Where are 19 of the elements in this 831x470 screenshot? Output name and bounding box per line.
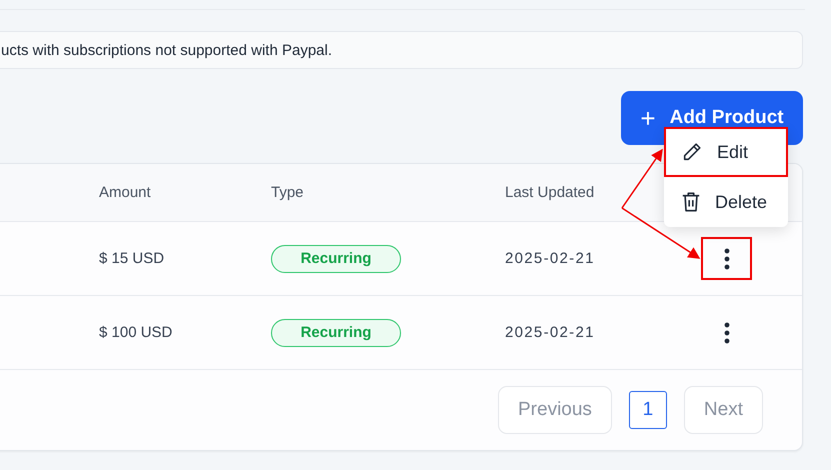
next-button[interactable]: Next [684,386,763,434]
type-badge: Recurring [271,244,401,272]
vertical-dots-icon [724,322,730,344]
amount-cell-text: $ 100 USD [99,324,174,341]
pencil-icon [681,141,703,163]
previous-button[interactable]: Previous [498,386,612,434]
column-header: Type [271,184,305,201]
column-header: Amount [99,184,152,201]
type-badge: Recurring [271,318,401,346]
notice-text: ucts with subscriptions not supported with Paypal. [1,42,332,58]
trash-icon [681,191,701,213]
amount-cell-text: $ 15 USD [99,250,166,267]
menu-item[interactable]: Delete [664,177,788,227]
page-button[interactable]: 1 [628,391,667,429]
menu-item[interactable]: Edit [664,127,788,177]
column-header: Last Updated [505,184,596,201]
date-cell-text: 2025-02-21 [505,250,596,267]
date-cell-text: 2025-02-21 [505,324,596,341]
vertical-dots-icon [724,248,730,270]
